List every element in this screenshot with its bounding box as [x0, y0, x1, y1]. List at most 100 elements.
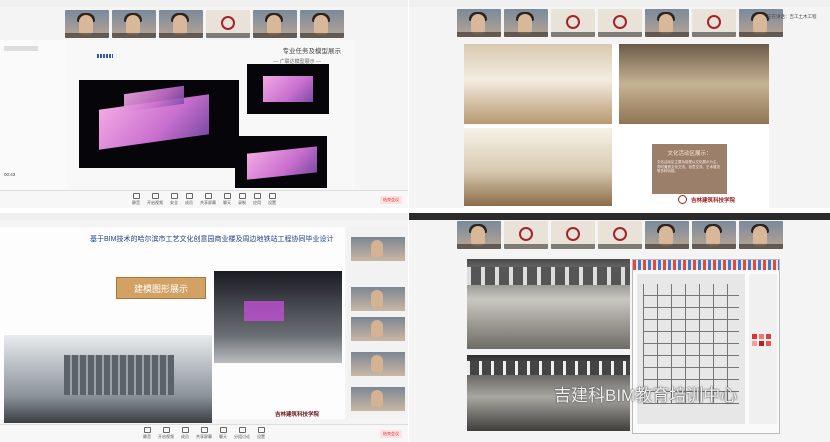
mute-button[interactable]: 静音 — [132, 193, 140, 206]
participant-video[interactable] — [456, 221, 501, 249]
shared-slide: 专业任务及模型展示 — 广联达模型展示 — — [67, 40, 355, 192]
participant-video[interactable] — [691, 9, 736, 37]
participant-video[interactable] — [503, 9, 548, 37]
slide-banner: 建模图形展示 — [116, 277, 206, 299]
cad-material-panel[interactable] — [749, 274, 777, 424]
speaker-sidebar: 00:43 — [0, 40, 67, 192]
people-icon — [181, 427, 189, 433]
mute-button[interactable]: 静音 — [143, 427, 151, 440]
chat-icon — [223, 193, 231, 199]
school-name: 吉林建筑科技学院 — [691, 198, 736, 204]
shared-slide: 基于BIM技术的哈尔滨市工艺文化创意园商业楼及周边地铁站工程协同毕业设计 建模图… — [0, 227, 345, 423]
share-icon — [204, 193, 212, 199]
share-screen-button[interactable]: 共享屏幕 — [200, 193, 216, 206]
settings-button[interactable]: 设置 — [268, 193, 276, 206]
culture-text: 文化活动区主要功能是以文化展示为主，同时兼具文化交流、创意交流、艺术展览等多种功… — [657, 160, 720, 173]
watermark-text: 吉建科BIM教育培训中心 — [554, 386, 738, 405]
video-button[interactable]: 开启视频 — [158, 427, 174, 440]
chat-panel — [355, 40, 408, 192]
shared-slide: 文化活动区展示： 文化活动区主要功能是以文化展示为主，同时兼具文化交流、创意交流… — [464, 44, 769, 208]
model-render-lower — [235, 136, 327, 188]
mic-icon — [132, 193, 140, 199]
participant-strip — [0, 10, 408, 38]
interior-photo — [464, 128, 612, 206]
participant-video[interactable] — [252, 10, 297, 38]
participant-video[interactable] — [503, 221, 548, 249]
participant-video[interactable] — [351, 317, 405, 341]
participant-video[interactable] — [550, 9, 595, 37]
time-display: 00:43 — [4, 172, 16, 177]
participant-video[interactable] — [597, 9, 642, 37]
end-meeting-button[interactable]: 结束会议 — [380, 196, 402, 204]
slide-title: 基于BIM技术的哈尔滨市工艺文化创意园商业楼及周边地铁站工程协同毕业设计 — [90, 236, 334, 243]
window-titlebar — [0, 0, 408, 7]
people-icon — [185, 193, 193, 199]
gear-icon — [257, 427, 265, 433]
participant-video[interactable] — [351, 387, 405, 411]
participant-video[interactable] — [550, 221, 595, 249]
participant-list — [347, 227, 408, 419]
mic-icon — [143, 427, 151, 433]
cad-toolbar[interactable] — [633, 260, 779, 270]
share-screen-button[interactable]: 共享屏幕 — [196, 427, 212, 440]
participant-video[interactable] — [351, 237, 405, 261]
interior-photo — [464, 44, 612, 124]
participant-video[interactable] — [64, 10, 109, 38]
camera-icon — [162, 427, 170, 433]
meeting-toolbar: 静音 开启视频 成员 共享屏幕 聊天 分组讨论 设置 结束会议 — [0, 424, 408, 442]
members-button[interactable]: 成员 — [181, 427, 189, 440]
settings-button[interactable]: 设置 — [257, 427, 265, 440]
interior-render — [467, 259, 630, 349]
speaking-indicator: 正在讲话：吉工土木工程 — [767, 14, 817, 19]
apps-button[interactable]: 应用 — [253, 193, 261, 206]
cad-application-window[interactable] — [632, 259, 780, 434]
share-icon — [200, 427, 208, 433]
chat-button[interactable]: 聊天 — [223, 193, 231, 206]
window-titlebar — [409, 213, 830, 220]
participant-video[interactable] — [644, 9, 689, 37]
participant-video[interactable] — [456, 9, 501, 37]
security-button[interactable]: 安全 — [170, 193, 178, 206]
school-name: 吉林建筑科技学院 — [275, 412, 320, 418]
shield-icon — [170, 193, 178, 199]
culture-title: 文化活动区展示： — [667, 151, 712, 157]
window-titlebar — [0, 213, 408, 220]
grid-icon — [238, 427, 246, 433]
participant-video[interactable] — [351, 287, 405, 311]
meeting-window-bottom-left: 基于BIM技术的哈尔滨市工艺文化创意园商业楼及周边地铁站工程协同毕业设计 建模图… — [0, 213, 408, 442]
meeting-window-bottom-right: 吉建科BIM教育培训中心 — [409, 213, 830, 442]
participant-video[interactable] — [644, 221, 689, 249]
participant-video[interactable] — [158, 10, 203, 38]
chat-icon — [219, 427, 227, 433]
gear-icon — [268, 193, 276, 199]
participant-video[interactable] — [597, 221, 642, 249]
apps-icon — [253, 193, 261, 199]
participant-video[interactable] — [205, 10, 250, 38]
participant-video[interactable] — [351, 352, 405, 376]
slide-deco — [97, 54, 113, 58]
interior-photo — [619, 44, 769, 124]
participant-video[interactable] — [738, 221, 783, 249]
participant-video[interactable] — [299, 10, 344, 38]
model-render-small — [247, 64, 329, 114]
video-button[interactable]: 开启视频 — [147, 193, 163, 206]
end-meeting-button[interactable]: 结束会议 — [380, 430, 402, 438]
participant-video[interactable] — [691, 221, 736, 249]
meeting-toolbar: 静音 开启视频 安全 成员 共享屏幕 聊天 录制 应用 设置 结束会议 — [0, 190, 408, 208]
record-button[interactable]: 录制 — [238, 193, 246, 206]
breakout-button[interactable]: 分组讨论 — [234, 427, 250, 440]
model-render-building — [4, 335, 212, 423]
meeting-window-top-left: 00:43 专业任务及模型展示 — 广联达模型展示 — 静音 开启视频 安全 成… — [0, 0, 408, 208]
camera-icon — [151, 193, 159, 199]
culture-caption-box: 文化活动区展示： 文化活动区主要功能是以文化展示为主，同时兼具文化交流、创意交流… — [652, 144, 727, 194]
participant-strip — [409, 221, 830, 249]
model-render-large — [79, 80, 239, 168]
chat-button[interactable]: 聊天 — [219, 427, 227, 440]
slide-title: 专业任务及模型展示 — [282, 48, 342, 55]
record-icon — [238, 193, 246, 199]
school-seal-icon — [678, 195, 687, 204]
model-render-structure — [214, 271, 342, 363]
meeting-window-top-right: 正在讲话：吉工土木工程 文化活动区展示： 文化活动区主要功能是以文化展示为主，同… — [409, 0, 830, 208]
members-button[interactable]: 成员 — [185, 193, 193, 206]
participant-video[interactable] — [111, 10, 156, 38]
